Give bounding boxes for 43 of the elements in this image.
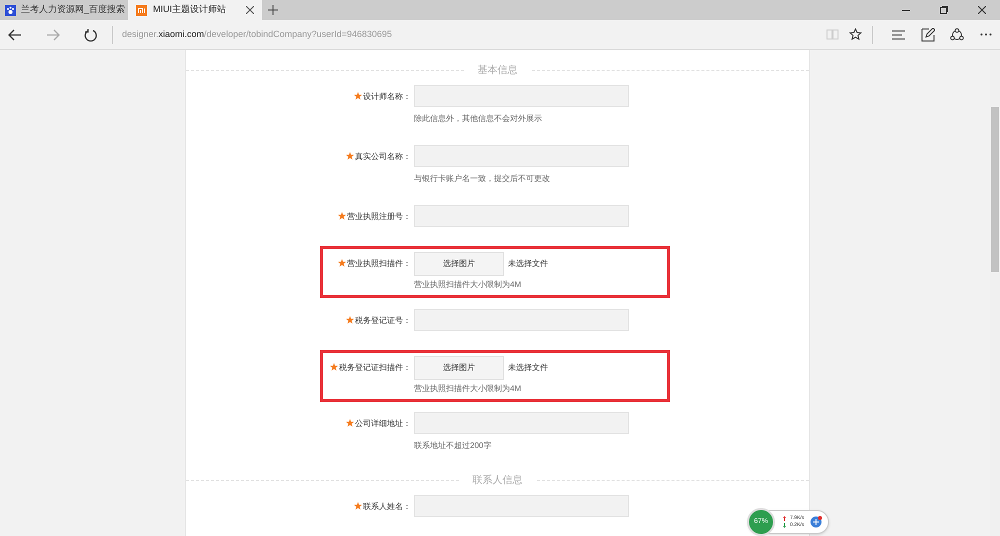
section-title: 基本信息 [476, 64, 518, 78]
accelerator-icon[interactable] [810, 516, 822, 528]
site-logo-icon [136, 4, 147, 16]
file-status: 未选择文件 [508, 362, 548, 374]
refresh-icon[interactable] [84, 28, 98, 42]
more-icon[interactable] [980, 33, 992, 36]
field-label: 营业执照注册号： [347, 211, 411, 223]
field-label: 税务登记证扫描件： [339, 362, 411, 374]
close-icon[interactable] [978, 6, 986, 14]
field-hint: 除此信息外，其他信息不会对外展示 [414, 113, 543, 125]
field-label: 营业执照扫描件： [347, 258, 411, 270]
upload-arrow-icon [783, 516, 786, 521]
address-field[interactable]: designer.xiaomi.com/developer/tobindCompany?userId=946830695 [122, 28, 392, 42]
choose-image-button[interactable]: 选择图片 [414, 356, 504, 380]
text-field[interactable] [414, 309, 629, 331]
field-hint: 营业执照扫描件大小限制为4M [414, 383, 522, 395]
text-field[interactable] [414, 85, 629, 107]
hub-icon[interactable] [892, 30, 905, 40]
text-field[interactable] [414, 145, 629, 167]
field-hint: 营业执照扫描件大小限制为4M [414, 279, 522, 291]
field-label: 税务登记证号： [355, 315, 411, 327]
text-field[interactable] [414, 495, 629, 517]
back-icon[interactable] [8, 28, 22, 42]
star-icon[interactable] [849, 28, 862, 41]
section-title: 联系人信息 [472, 474, 524, 488]
browser-tab[interactable]: MIUI主题设计师站 [128, 0, 262, 20]
field-label: 设计师名称： [363, 91, 411, 103]
download-arrow-icon [783, 523, 786, 528]
field-hint: 与银行卡账户名一致，提交后不可更改 [414, 173, 551, 185]
text-field[interactable] [414, 205, 629, 227]
choose-image-button[interactable]: 选择图片 [414, 252, 504, 276]
text-field[interactable] [414, 412, 629, 434]
field-label: 公司详细地址： [355, 418, 411, 430]
share-icon[interactable] [950, 28, 964, 42]
restore-icon[interactable] [940, 6, 948, 14]
note-pen-icon[interactable] [921, 28, 935, 42]
field-hint: 联系地址不超过200字 [414, 440, 492, 452]
field-label: 联系人姓名： [363, 501, 411, 513]
new-tab-icon[interactable] [268, 5, 278, 15]
paw-icon [5, 4, 16, 16]
field-label: 真实公司名称： [355, 151, 411, 163]
close-icon[interactable] [246, 6, 254, 14]
file-status: 未选择文件 [508, 258, 548, 270]
